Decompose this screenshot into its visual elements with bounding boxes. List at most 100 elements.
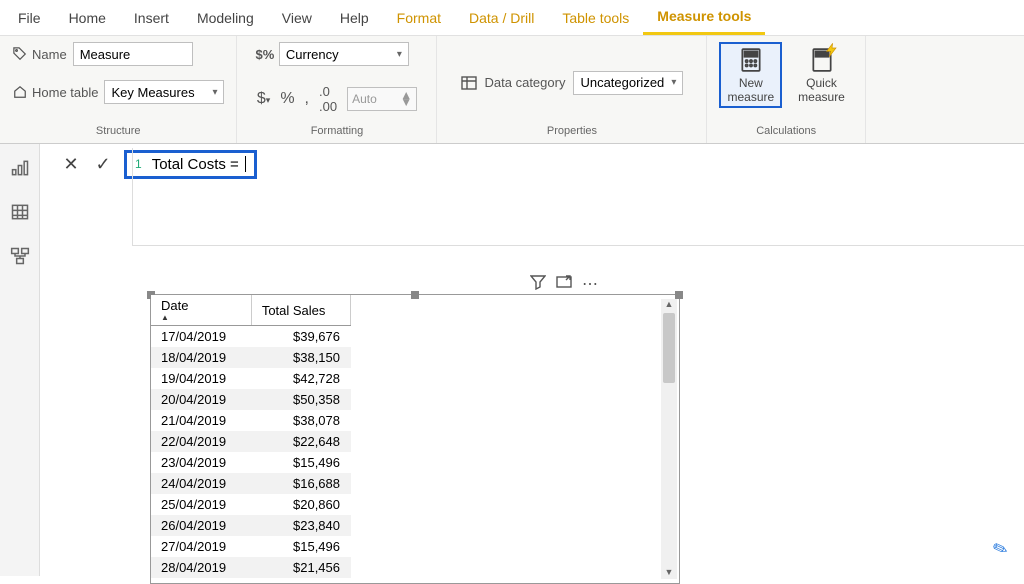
table-row[interactable]: 19/04/2019$42,728 bbox=[151, 368, 351, 389]
table-row[interactable]: 28/04/2019$21,456 bbox=[151, 557, 351, 578]
cell-total-sales: $21,456 bbox=[251, 557, 350, 578]
table-row[interactable]: 22/04/2019$22,648 bbox=[151, 431, 351, 452]
table-row[interactable]: 23/04/2019$15,496 bbox=[151, 452, 351, 473]
cell-date: 24/04/2019 bbox=[151, 473, 251, 494]
cell-date: 28/04/2019 bbox=[151, 557, 251, 578]
group-label-structure: Structure bbox=[96, 123, 141, 141]
formula-line-number: 1 bbox=[135, 157, 142, 171]
table-row[interactable]: 25/04/2019$20,860 bbox=[151, 494, 351, 515]
visual-action-bar: ⋯ bbox=[530, 274, 598, 295]
ribbon: Name Home table Key Measures ▾ Structure bbox=[0, 36, 1024, 144]
tab-format[interactable]: Format bbox=[383, 2, 455, 34]
data-view-button[interactable] bbox=[8, 200, 32, 224]
calculator-bolt-icon bbox=[808, 46, 836, 74]
data-category-dropdown[interactable]: Uncategorized ▾ bbox=[573, 71, 683, 95]
decimal-places-stepper[interactable]: Auto ▲▼ bbox=[347, 87, 417, 111]
scroll-up-arrow[interactable]: ▲ bbox=[661, 299, 677, 311]
focus-mode-icon[interactable] bbox=[556, 274, 572, 295]
format-dropdown[interactable]: Currency ▾ bbox=[279, 42, 409, 66]
format-value: Currency bbox=[286, 47, 339, 62]
cell-total-sales: $22,648 bbox=[251, 431, 350, 452]
tab-view[interactable]: View bbox=[268, 2, 326, 34]
cell-date: 21/04/2019 bbox=[151, 410, 251, 431]
new-measure-button[interactable]: New measure bbox=[719, 42, 782, 108]
name-label: Name bbox=[12, 46, 67, 62]
data-grid: Date▲ Total Sales 17/04/2019$39,67618/04… bbox=[151, 295, 351, 578]
table-row[interactable]: 17/04/2019$39,676 bbox=[151, 326, 351, 348]
tab-modeling[interactable]: Modeling bbox=[183, 2, 268, 34]
cell-date: 26/04/2019 bbox=[151, 515, 251, 536]
formula-bar: ✕ ✓ 1 Total Costs = bbox=[40, 144, 1024, 184]
table-row[interactable]: 27/04/2019$15,496 bbox=[151, 536, 351, 557]
ribbon-group-structure: Name Home table Key Measures ▾ Structure bbox=[0, 36, 237, 143]
col-header-total-sales[interactable]: Total Sales bbox=[251, 295, 350, 326]
percent-button[interactable]: % bbox=[280, 90, 294, 108]
scroll-down-arrow[interactable]: ▼ bbox=[661, 567, 677, 579]
formula-text: Total Costs = bbox=[152, 156, 239, 173]
tab-home[interactable]: Home bbox=[55, 2, 120, 34]
data-category-label: Data category bbox=[485, 75, 566, 90]
name-label-text: Name bbox=[32, 47, 67, 62]
cell-date: 18/04/2019 bbox=[151, 347, 251, 368]
cell-date: 25/04/2019 bbox=[151, 494, 251, 515]
ribbon-group-properties: Data category Uncategorized ▾ Properties bbox=[437, 36, 707, 143]
table-visual[interactable]: Date▲ Total Sales 17/04/2019$39,67618/04… bbox=[150, 294, 680, 584]
table-scroll-region: Date▲ Total Sales 17/04/2019$39,67618/04… bbox=[151, 295, 679, 583]
view-rail bbox=[0, 144, 40, 576]
cell-date: 22/04/2019 bbox=[151, 431, 251, 452]
home-table-label: Home table bbox=[12, 84, 98, 100]
model-view-button[interactable] bbox=[8, 244, 32, 268]
decimal-button[interactable]: .0.00 bbox=[319, 84, 337, 114]
table-row[interactable]: 26/04/2019$23,840 bbox=[151, 515, 351, 536]
tag-icon bbox=[12, 46, 28, 62]
tab-data-drill[interactable]: Data / Drill bbox=[455, 2, 548, 34]
cancel-formula-button[interactable]: ✕ bbox=[60, 153, 82, 175]
tab-insert[interactable]: Insert bbox=[120, 2, 183, 34]
table-row[interactable]: 20/04/2019$50,358 bbox=[151, 389, 351, 410]
measure-name-input[interactable] bbox=[73, 42, 193, 66]
decimal-places-value: Auto bbox=[352, 92, 377, 106]
cell-total-sales: $38,150 bbox=[251, 347, 350, 368]
calculator-icon bbox=[737, 46, 765, 74]
cell-date: 27/04/2019 bbox=[151, 536, 251, 557]
home-table-dropdown[interactable]: Key Measures ▾ bbox=[104, 80, 224, 104]
ribbon-group-calculations: New measure Quick measure Calculations bbox=[707, 36, 865, 143]
more-options-icon[interactable]: ⋯ bbox=[582, 274, 598, 295]
tab-measure-tools[interactable]: Measure tools bbox=[643, 0, 765, 35]
cell-total-sales: $39,676 bbox=[251, 326, 350, 348]
filter-icon[interactable] bbox=[530, 274, 546, 295]
table-row[interactable]: 18/04/2019$38,150 bbox=[151, 347, 351, 368]
table-row[interactable]: 21/04/2019$38,078 bbox=[151, 410, 351, 431]
group-label-calculations: Calculations bbox=[756, 123, 816, 141]
vertical-scrollbar[interactable]: ▲ ▼ bbox=[661, 299, 677, 579]
group-label-properties: Properties bbox=[547, 123, 597, 141]
ribbon-group-formatting: $% Currency ▾ $▾ % , .0.00 Auto ▲▼ Forma… bbox=[237, 36, 437, 143]
cell-total-sales: $50,358 bbox=[251, 389, 350, 410]
commit-formula-button[interactable]: ✓ bbox=[92, 153, 114, 175]
scroll-thumb[interactable] bbox=[663, 313, 675, 383]
tab-help[interactable]: Help bbox=[326, 2, 383, 34]
comma-button[interactable]: , bbox=[305, 90, 309, 108]
chevron-down-icon: ▾ bbox=[671, 77, 676, 88]
cell-date: 20/04/2019 bbox=[151, 389, 251, 410]
text-cursor bbox=[245, 156, 246, 172]
col-header-date[interactable]: Date▲ bbox=[151, 295, 251, 326]
tab-file[interactable]: File bbox=[4, 2, 55, 34]
cell-total-sales: $42,728 bbox=[251, 368, 350, 389]
quick-measure-label: Quick measure bbox=[798, 76, 845, 104]
currency-button[interactable]: $▾ bbox=[257, 90, 270, 108]
format-icon: $% bbox=[257, 46, 273, 62]
new-measure-label: New measure bbox=[727, 76, 774, 104]
cell-total-sales: $16,688 bbox=[251, 473, 350, 494]
report-view-button[interactable] bbox=[8, 156, 32, 180]
tab-table-tools[interactable]: Table tools bbox=[548, 2, 643, 34]
cell-total-sales: $20,860 bbox=[251, 494, 350, 515]
cell-date: 23/04/2019 bbox=[151, 452, 251, 473]
formula-input[interactable]: 1 Total Costs = bbox=[124, 150, 257, 179]
data-category-value: Uncategorized bbox=[580, 75, 664, 90]
cell-date: 19/04/2019 bbox=[151, 368, 251, 389]
ribbon-tab-strip: File Home Insert Modeling View Help Form… bbox=[0, 0, 1024, 36]
quick-measure-button[interactable]: Quick measure bbox=[790, 42, 853, 108]
table-row[interactable]: 24/04/2019$16,688 bbox=[151, 473, 351, 494]
category-icon bbox=[461, 75, 477, 91]
